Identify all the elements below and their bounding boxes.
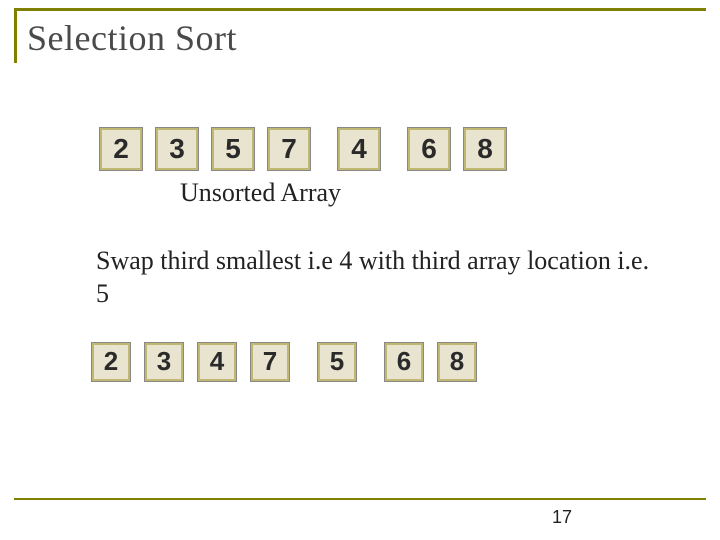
array-cell: 8 xyxy=(438,343,476,381)
array-after: 2 3 4 7 5 6 8 xyxy=(92,343,720,381)
array-cell: 8 xyxy=(464,128,506,170)
slide-title: Selection Sort xyxy=(27,17,706,59)
footer-rule xyxy=(14,498,706,500)
page-number: 17 xyxy=(552,507,572,528)
array-cell: 2 xyxy=(100,128,142,170)
array-cell: 7 xyxy=(251,343,289,381)
unsorted-label: Unsorted Array xyxy=(180,178,720,208)
title-area: Selection Sort xyxy=(14,8,706,63)
array-cell: 5 xyxy=(212,128,254,170)
array-cell: 6 xyxy=(385,343,423,381)
array-cell: 5 xyxy=(318,343,356,381)
array-cell: 4 xyxy=(198,343,236,381)
title-border: Selection Sort xyxy=(14,8,706,63)
step-description: Swap third smallest i.e 4 with third arr… xyxy=(96,244,660,311)
array-cell: 6 xyxy=(408,128,450,170)
array-cell: 4 xyxy=(338,128,380,170)
array-cell: 3 xyxy=(156,128,198,170)
array-cell: 3 xyxy=(145,343,183,381)
array-before: 2 3 5 7 4 6 8 xyxy=(100,128,720,170)
array-cell: 2 xyxy=(92,343,130,381)
slide: Selection Sort 2 3 5 7 4 6 8 Unsorted Ar… xyxy=(0,0,720,540)
array-cell: 7 xyxy=(268,128,310,170)
content-area: 2 3 5 7 4 6 8 Unsorted Array Swap third … xyxy=(0,110,720,381)
